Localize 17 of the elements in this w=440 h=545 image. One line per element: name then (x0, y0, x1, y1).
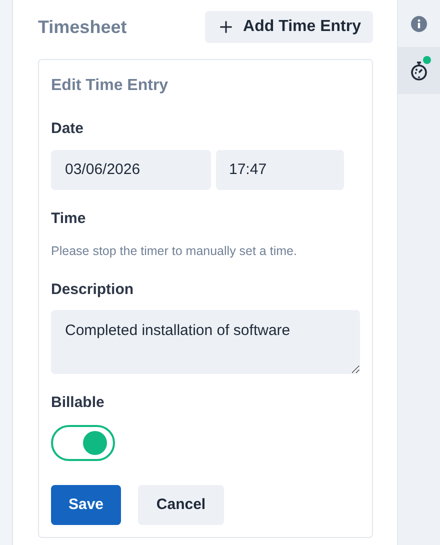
form-title: Edit Time Entry (51, 76, 170, 96)
billable-toggle[interactable] (51, 424, 115, 461)
info-icon (411, 16, 427, 32)
timer-tab[interactable] (398, 47, 440, 94)
billable-label: Billable (51, 393, 106, 414)
description-field[interactable]: Completed installation of software (51, 310, 360, 374)
panel-title: Timesheet (38, 16, 127, 38)
time-hint: Please stop the timer to manually set a time. (51, 243, 298, 260)
time-label: Time (51, 208, 87, 228)
description-label: Description (51, 280, 135, 300)
time-field[interactable]: 17:47 (216, 150, 344, 190)
save-button[interactable]: Save (51, 484, 121, 525)
date-label: Date (51, 119, 85, 139)
date-field[interactable]: 03/06/2026 (51, 150, 211, 190)
cancel-button[interactable]: Cancel (138, 484, 224, 525)
add-time-entry-button[interactable]: Add Time Entry (205, 11, 373, 43)
stopwatch-icon (410, 60, 428, 80)
